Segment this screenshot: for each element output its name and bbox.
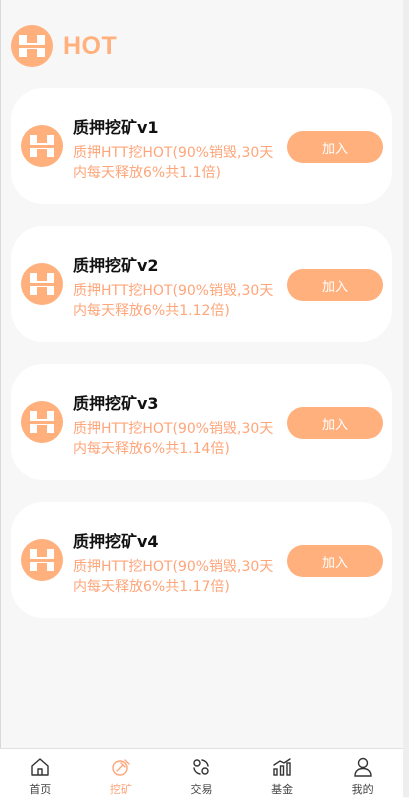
card-description: 质押HTT挖HOT(90%销毁,30天内每天释放6%共1.14倍) [73,421,274,457]
brand-name: HOT [63,31,118,60]
join-button[interactable]: 加入 [287,407,383,439]
hot-coin-icon [21,539,63,581]
hot-coin-icon [21,263,63,305]
header: HOT [11,25,117,67]
card-description: 质押HTT挖HOT(90%销毁,30天内每天释放6%共1.17倍) [73,559,274,595]
right-scrollbar-track [403,0,409,797]
mining-card-v4: 质押挖矿v4 质押HTT挖HOT(90%销毁,30天内每天释放6%共1.17倍)… [11,502,392,618]
mining-card-v3: 质押挖矿v3 质押HTT挖HOT(90%销毁,30天内每天释放6%共1.14倍)… [11,364,392,480]
tab-profile[interactable]: 我的 [322,749,403,798]
tab-label: 我的 [351,783,374,796]
join-button[interactable]: 加入 [287,269,383,301]
card-description: 质押HTT挖HOT(90%销毁,30天内每天释放6%共1.1倍) [73,145,274,181]
hot-coin-icon [21,125,63,167]
tab-fund[interactable]: 基金 [242,749,323,798]
left-border [0,0,1,797]
user-icon [353,757,372,777]
card-title: 质押挖矿v2 [73,256,159,275]
card-title: 质押挖矿v3 [73,394,159,413]
bottom-tab-bar: 首页 挖矿 交易 基金 我的 [0,748,403,798]
mining-card-v1: 质押挖矿v1 质押HTT挖HOT(90%销毁,30天内每天释放6%共1.1倍) … [11,88,392,204]
hot-logo-icon [11,25,53,67]
hot-coin-icon [21,401,63,443]
tab-label: 基金 [271,783,294,796]
exchange-icon [193,759,210,775]
mining-card-v2: 质押挖矿v2 质押HTT挖HOT(90%销毁,30天内每天释放6%共1.12倍)… [11,226,392,342]
tab-mining[interactable]: 挖矿 [81,749,162,798]
mining-icon [112,759,130,776]
tab-label: 交易 [190,783,213,796]
tab-label: 首页 [29,783,52,796]
home-icon [31,758,49,776]
tab-exchange[interactable]: 交易 [161,749,242,798]
card-title: 质押挖矿v1 [73,118,159,137]
join-button[interactable]: 加入 [287,131,383,163]
tab-home[interactable]: 首页 [0,749,81,798]
tab-label: 挖矿 [109,783,132,796]
card-title: 质押挖矿v4 [73,532,159,551]
join-button[interactable]: 加入 [287,545,383,577]
fund-chart-icon [273,758,291,776]
card-description: 质押HTT挖HOT(90%销毁,30天内每天释放6%共1.12倍) [73,283,274,319]
